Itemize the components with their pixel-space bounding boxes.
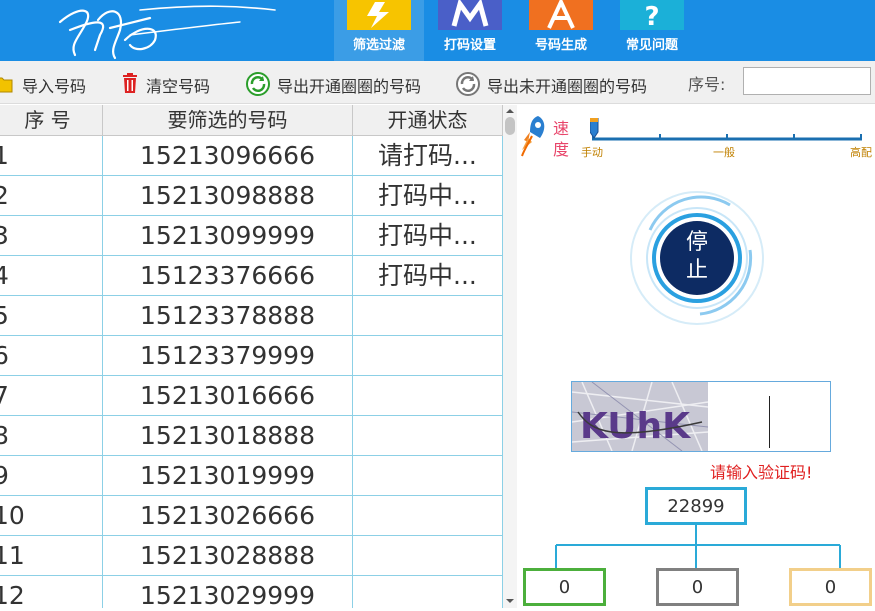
- nav-captcha-settings-label: 打码设置: [443, 38, 496, 53]
- table-row[interactable]: 715213016666: [0, 376, 503, 416]
- captcha-panel: KUhK: [571, 381, 831, 452]
- speed-tick-manual: 手动: [581, 146, 603, 159]
- folder-icon: [0, 77, 13, 93]
- row-number-cell: 15213029999: [103, 576, 353, 608]
- opened-count: 0: [523, 568, 606, 606]
- nav-generate-label: 号码生成: [534, 38, 587, 53]
- svg-text:?: ?: [644, 2, 659, 30]
- app-header: 筛选过滤 打码设置 号码生成 ? 常见问题: [0, 0, 875, 61]
- numbers-table: 序 号 要筛选的号码 开通状态 115213096666请打码...215213…: [0, 105, 504, 608]
- row-number-cell: 15213099999: [103, 216, 353, 256]
- row-status-cell: 打码中...: [353, 176, 503, 216]
- row-seq-cell: 10: [0, 496, 103, 536]
- table-row[interactable]: 615123379999: [0, 336, 503, 376]
- row-status-cell: 打码中...: [353, 256, 503, 296]
- table-row[interactable]: 1215213029999: [0, 576, 503, 608]
- row-status-cell: [353, 336, 503, 376]
- row-number-cell: 15123376666: [103, 256, 353, 296]
- speed-tick-high: 高配: [850, 146, 872, 159]
- speed-label: 速度: [553, 119, 570, 159]
- export-unopened-label: 导出未开通圈圈的号码: [487, 77, 648, 96]
- header-seq[interactable]: 序 号: [0, 105, 103, 135]
- a-generate-icon: [529, 0, 593, 30]
- row-seq-cell: 6: [0, 336, 103, 376]
- row-status-cell: [353, 536, 503, 576]
- table-row[interactable]: 915213019999: [0, 456, 503, 496]
- header-status[interactable]: 开通状态: [353, 105, 503, 135]
- refresh-green-icon: [246, 72, 270, 96]
- trash-icon: [123, 73, 137, 93]
- row-number-cell: 15213028888: [103, 536, 353, 576]
- row-number-cell: 15213096666: [103, 136, 353, 176]
- stop-button-label: 停止: [685, 230, 708, 283]
- row-number-cell: 15123378888: [103, 296, 353, 336]
- row-status-cell: [353, 416, 503, 456]
- captcha-input-caret[interactable]: [769, 396, 770, 448]
- table-row[interactable]: 215213098888打码中...: [0, 176, 503, 216]
- clear-numbers-label: 清空号码: [146, 77, 211, 96]
- nav-filter-label: 筛选过滤: [352, 38, 405, 53]
- row-number-cell: 15213018888: [103, 416, 353, 456]
- row-number-cell: 15123379999: [103, 336, 353, 376]
- row-seq-cell: 11: [0, 536, 103, 576]
- row-seq-cell: 9: [0, 456, 103, 496]
- table-scrollbar[interactable]: [503, 105, 517, 608]
- table-row[interactable]: 815213018888: [0, 416, 503, 456]
- question-icon: ?: [620, 0, 684, 30]
- row-seq-cell: 1: [0, 136, 103, 176]
- nav-faq-label: 常见问题: [625, 38, 678, 53]
- export-opened-label: 导出开通圈圈的号码: [277, 77, 422, 96]
- row-number-cell: 15213019999: [103, 456, 353, 496]
- header-number[interactable]: 要筛选的号码: [103, 105, 353, 135]
- rocket-icon: [521, 116, 545, 157]
- nav-faq[interactable]: ? 常见问题: [607, 0, 697, 61]
- row-number-cell: 15213026666: [103, 496, 353, 536]
- speed-tick-normal: 一般: [713, 146, 735, 159]
- captcha-image[interactable]: KUhK: [572, 382, 708, 451]
- table-row[interactable]: 515123378888: [0, 296, 503, 336]
- row-status-cell: [353, 376, 503, 416]
- scroll-thumb[interactable]: [505, 117, 515, 135]
- seq-label: 序号:: [688, 75, 726, 94]
- captcha-char-1: KUhK: [580, 406, 691, 447]
- row-number-cell: 15213016666: [103, 376, 353, 416]
- row-seq-cell: 3: [0, 216, 103, 256]
- row-status-cell: [353, 496, 503, 536]
- row-status-cell: 请打码...: [353, 136, 503, 176]
- row-seq-cell: 2: [0, 176, 103, 216]
- row-status-cell: [353, 576, 503, 608]
- row-status-cell: [353, 456, 503, 496]
- row-seq-cell: 4: [0, 256, 103, 296]
- table-row[interactable]: 1015213026666: [0, 496, 503, 536]
- row-status-cell: [353, 296, 503, 336]
- total-count: 22899: [645, 487, 747, 525]
- table-row[interactable]: 1115213028888: [0, 536, 503, 576]
- table-row[interactable]: 115213096666请打码...: [0, 136, 503, 176]
- nav-generate[interactable]: 号码生成: [516, 0, 606, 61]
- table-header: 序 号 要筛选的号码 开通状态: [0, 105, 503, 136]
- scroll-up-icon[interactable]: [503, 106, 517, 116]
- m-settings-icon: [438, 0, 502, 30]
- speed-slider-thumb[interactable]: [590, 118, 599, 139]
- row-number-cell: 15213098888: [103, 176, 353, 216]
- signature-logo: [58, 5, 276, 60]
- row-seq-cell: 7: [0, 376, 103, 416]
- nav-captcha-settings[interactable]: 打码设置: [425, 0, 515, 61]
- unopened-count: 0: [656, 568, 739, 606]
- lightning-filter-icon: [347, 0, 411, 30]
- import-numbers-label: 导入号码: [22, 77, 87, 96]
- table-row[interactable]: 415123376666打码中...: [0, 256, 503, 296]
- refresh-gray-icon: [456, 72, 480, 96]
- seq-input[interactable]: [743, 67, 871, 95]
- nav-filter[interactable]: 筛选过滤: [334, 0, 424, 61]
- row-seq-cell: 5: [0, 296, 103, 336]
- scroll-down-icon[interactable]: [503, 596, 517, 606]
- row-seq-cell: 8: [0, 416, 103, 456]
- failed-count: 0: [789, 568, 872, 606]
- table-row[interactable]: 315213099999打码中...: [0, 216, 503, 256]
- row-status-cell: 打码中...: [353, 216, 503, 256]
- row-seq-cell: 12: [0, 576, 103, 608]
